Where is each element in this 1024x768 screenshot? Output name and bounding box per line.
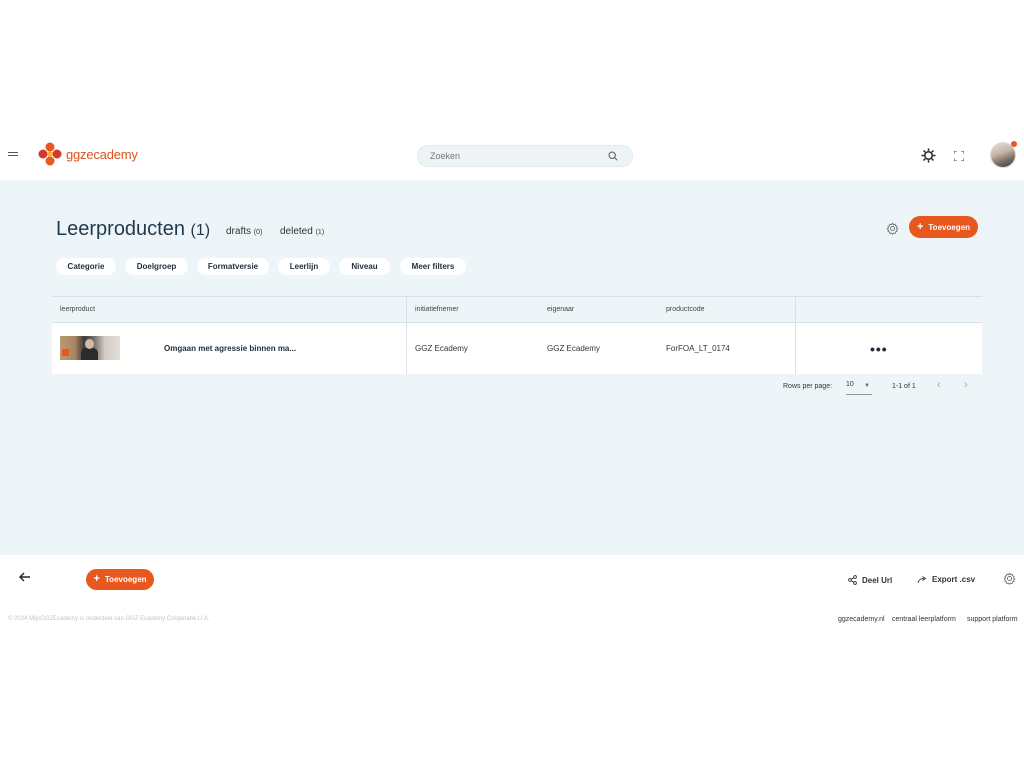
cell-eigenaar: GGZ Ecademy [547, 344, 600, 353]
chevron-right-icon[interactable]: › [964, 379, 968, 391]
add-button[interactable]: + Toevoegen [909, 216, 978, 238]
top-header: ggzecademy [0, 130, 1024, 180]
chevron-left-icon[interactable]: ‹ [937, 379, 941, 391]
add-button-label: Toevoegen [928, 222, 971, 232]
main-content: Leerproducten (1) drafts (0) deleted (1)… [0, 180, 1024, 555]
settings-gear-icon[interactable] [886, 222, 899, 235]
filter-leerlijn[interactable]: Leerlijn [278, 258, 330, 275]
notification-dot [1011, 141, 1017, 147]
hamburger-icon[interactable] [8, 152, 18, 158]
settings-gear-icon[interactable] [1003, 572, 1016, 585]
logo-text: ggzecademy [66, 147, 138, 162]
column-productcode[interactable]: productcode [666, 306, 705, 313]
page-title: Leerproducten (1) [56, 218, 210, 241]
filter-categorie[interactable]: Categorie [56, 258, 116, 275]
sun-gear-icon[interactable] [921, 148, 936, 163]
column-divider [795, 323, 796, 374]
table-header: leerproduct initiatiefnemer eigenaar pro… [52, 296, 982, 323]
row-menu-button[interactable]: ••• [870, 341, 888, 357]
filter-doelgroep[interactable]: Doelgroep [125, 258, 188, 275]
logo[interactable]: ggzecademy [38, 142, 138, 166]
thumbnail-person-head [85, 339, 94, 349]
plus-icon: + [93, 573, 100, 585]
footer-bar: + Toevoegen Deel Url Export .csv [0, 555, 1024, 605]
share-icon [848, 575, 857, 585]
fullscreen-icon[interactable] [954, 151, 964, 161]
filter-niveau[interactable]: Niveau [339, 258, 390, 275]
filter-formatversie[interactable]: Formatversie [197, 258, 269, 275]
column-divider [406, 323, 407, 374]
tab-deleted-count: (1) [315, 229, 325, 236]
tab-drafts[interactable]: drafts (0) [226, 226, 262, 237]
product-title[interactable]: Omgaan met agressie binnen ma... [164, 344, 296, 353]
export-csv-button[interactable]: Export .csv [917, 575, 975, 584]
page-title-text: Leerproducten [56, 218, 185, 240]
column-divider [406, 297, 407, 323]
thumbnail-person-body [81, 348, 98, 360]
link-ggzecademy[interactable]: ggzecademy.nl [838, 616, 885, 623]
link-support-platform[interactable]: support platform [967, 616, 1018, 623]
share-url-button[interactable]: Deel Url [848, 575, 892, 585]
column-initiatiefnemer[interactable]: initiatiefnemer [415, 306, 459, 313]
link-centraal-leerplatform[interactable]: centraal leerplatform [892, 616, 956, 623]
products-table: leerproduct initiatiefnemer eigenaar pro… [52, 296, 982, 374]
filter-meer-filters[interactable]: Meer filters [400, 258, 466, 275]
rows-per-page-value: 10 [846, 381, 854, 388]
rows-per-page-label: Rows per page: [783, 383, 833, 390]
logo-flower-icon [38, 142, 62, 166]
share-url-label: Deel Url [862, 575, 893, 585]
column-eigenaar[interactable]: eigenaar [547, 306, 574, 313]
cell-productcode: ForFOA_LT_0174 [666, 344, 730, 353]
thumbnail-accent [62, 349, 69, 356]
avatar[interactable] [990, 141, 1017, 168]
arrow-left-icon[interactable] [19, 572, 31, 582]
export-arrow-icon [917, 575, 927, 583]
plus-icon: + [916, 220, 924, 233]
table-row[interactable]: Omgaan met agressie binnen ma... GGZ Eca… [52, 323, 982, 374]
tab-drafts-count: (0) [253, 229, 263, 236]
page-title-count: (1) [190, 222, 211, 239]
tab-drafts-label: drafts [226, 226, 252, 237]
column-leerproduct[interactable]: leerproduct [60, 306, 95, 313]
column-divider [795, 297, 796, 323]
pagination-range: 1-1 of 1 [892, 383, 916, 390]
tab-deleted-label: deleted [280, 226, 313, 237]
footer-add-button[interactable]: + Toevoegen [86, 569, 154, 590]
export-csv-label: Export .csv [932, 575, 976, 584]
product-thumbnail[interactable] [60, 336, 120, 360]
search-bar [417, 145, 633, 167]
copyright-text: © 2024 MijnGGZEcademy is onderdeel van G… [8, 616, 210, 622]
logo-suffix: ecademy [86, 146, 138, 162]
cell-initiatiefnemer: GGZ Ecademy [415, 344, 468, 353]
chevron-down-icon: ▼ [864, 383, 870, 389]
rows-per-page-select[interactable]: 10 ▼ [846, 381, 872, 395]
search-input[interactable] [430, 146, 610, 166]
tab-deleted[interactable]: deleted (1) [280, 226, 324, 237]
footer-add-label: Toevoegen [104, 575, 147, 584]
search-icon[interactable] [608, 151, 618, 161]
logo-prefix: ggz [66, 146, 87, 162]
